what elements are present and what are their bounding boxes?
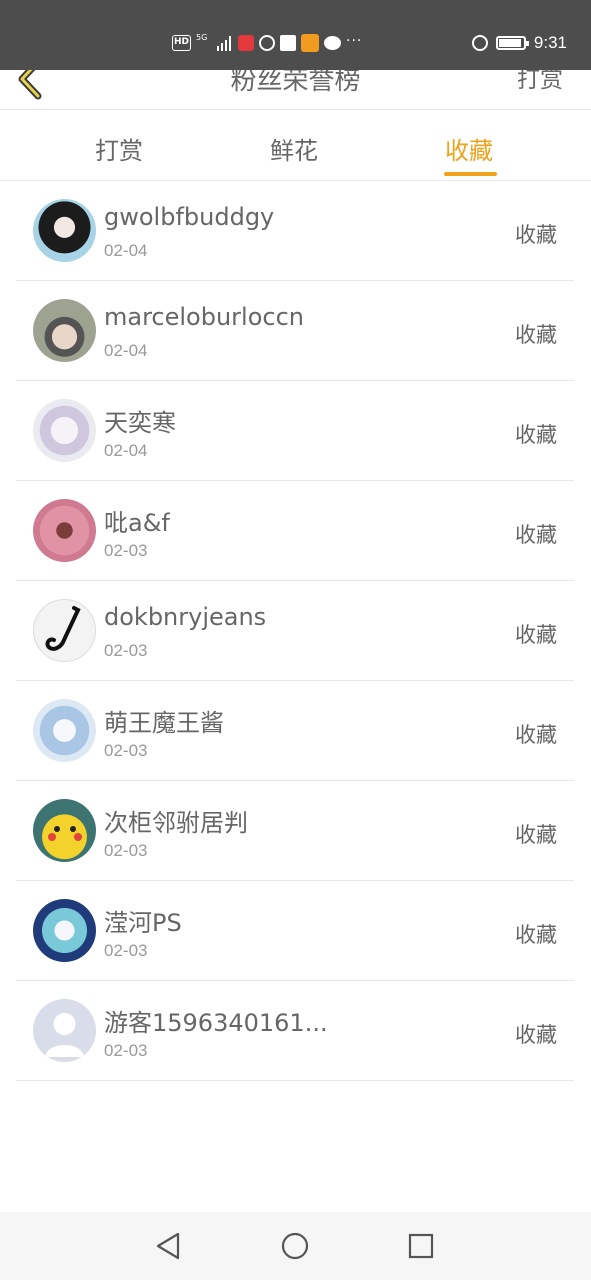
pikachu-icon bbox=[48, 826, 82, 841]
user-name: gwolbfbuddgy bbox=[104, 203, 275, 231]
user-name: dokbnryjeans bbox=[104, 603, 267, 631]
page: HD 5G ··· 9:31 粉丝荣誉榜 打赏 打赏 鲜花 收藏 gwolbfb… bbox=[0, 0, 591, 1280]
status-right: 9:31 bbox=[471, 33, 567, 53]
avatar bbox=[33, 699, 96, 762]
avatar bbox=[33, 799, 96, 862]
fan-list: gwolbfbuddgy 02-04 收藏 marceloburloccn 02… bbox=[16, 181, 574, 1081]
default-user-icon bbox=[45, 1013, 84, 1057]
date: 02-03 bbox=[104, 841, 148, 860]
avatar bbox=[33, 999, 96, 1062]
list-item[interactable]: 次柜邻驸居判 02-03 收藏 bbox=[16, 781, 574, 881]
avatar bbox=[33, 399, 96, 462]
triangle-back-icon bbox=[156, 1232, 180, 1260]
list-item[interactable]: 天奕寒 02-04 收藏 bbox=[16, 381, 574, 481]
list-item[interactable]: dokbnryjeans 02-03 收藏 bbox=[16, 581, 574, 681]
alert-notification-icon bbox=[280, 35, 297, 51]
avatar bbox=[33, 599, 96, 662]
date: 02-03 bbox=[104, 541, 148, 560]
store-notification-icon bbox=[301, 34, 320, 52]
nav-back-button[interactable] bbox=[152, 1229, 186, 1263]
app-notification-icon bbox=[238, 35, 255, 51]
favorite-label: 收藏 bbox=[515, 723, 557, 747]
user-name: 滢河PS bbox=[104, 909, 182, 937]
favorite-label: 收藏 bbox=[515, 823, 557, 847]
battery-icon bbox=[495, 36, 529, 50]
list-item[interactable]: 吡a&f 02-03 收藏 bbox=[16, 481, 574, 581]
status-time: 9:31 bbox=[533, 33, 567, 52]
user-name: 天奕寒 bbox=[104, 409, 176, 437]
circle-home-icon bbox=[281, 1232, 309, 1260]
system-navigation-bar bbox=[0, 1212, 591, 1280]
tab-flowers[interactable]: 鲜花 bbox=[270, 131, 318, 166]
date: 02-04 bbox=[104, 441, 148, 460]
favorite-label: 收藏 bbox=[515, 323, 557, 347]
status-icons: HD 5G ··· bbox=[172, 33, 362, 53]
favorite-label: 收藏 bbox=[515, 523, 557, 547]
signal-icon bbox=[217, 35, 233, 51]
active-tab-indicator bbox=[444, 172, 497, 176]
square-recents-icon bbox=[408, 1233, 434, 1259]
date: 02-03 bbox=[104, 1041, 148, 1060]
message-notification-icon bbox=[324, 36, 342, 50]
date: 02-03 bbox=[104, 641, 148, 660]
date: 02-03 bbox=[104, 941, 148, 960]
avatar bbox=[33, 899, 96, 962]
favorite-label: 收藏 bbox=[515, 223, 557, 247]
tab-bar: 打赏 鲜花 收藏 bbox=[0, 111, 591, 181]
list-item[interactable]: 萌王魔王酱 02-03 收藏 bbox=[16, 681, 574, 781]
user-name: 次柜邻驸居判 bbox=[104, 809, 248, 837]
avatar bbox=[33, 199, 96, 262]
nav-home-button[interactable] bbox=[278, 1229, 312, 1263]
avatar bbox=[33, 499, 96, 562]
date: 02-03 bbox=[104, 741, 148, 760]
list-item[interactable]: 游客1596340161... 02-03 收藏 bbox=[16, 981, 574, 1081]
favorite-label: 收藏 bbox=[515, 423, 557, 447]
list-item[interactable]: 滢河PS 02-03 收藏 bbox=[16, 881, 574, 981]
list-item[interactable]: marceloburloccn 02-04 收藏 bbox=[16, 281, 574, 381]
avatar bbox=[33, 299, 96, 362]
status-bar: HD 5G ··· 9:31 bbox=[0, 0, 591, 70]
favorite-label: 收藏 bbox=[515, 623, 557, 647]
alarm-icon bbox=[471, 35, 488, 51]
list-item[interactable]: gwolbfbuddgy 02-04 收藏 bbox=[16, 181, 574, 281]
more-notifications-icon: ··· bbox=[346, 33, 363, 49]
browser-notification-icon bbox=[259, 35, 276, 51]
network-type-icon: 5G bbox=[196, 33, 208, 42]
saxophone-icon bbox=[45, 606, 81, 651]
user-name: marceloburloccn bbox=[104, 303, 305, 331]
favorite-label: 收藏 bbox=[515, 923, 557, 947]
user-name: 萌王魔王酱 bbox=[104, 709, 224, 737]
hd-icon: HD bbox=[172, 35, 192, 51]
user-name: 游客1596340161... bbox=[104, 1009, 328, 1037]
nav-recents-button[interactable] bbox=[404, 1229, 438, 1263]
date: 02-04 bbox=[104, 341, 148, 360]
user-name: 吡a&f bbox=[104, 509, 170, 537]
tab-reward[interactable]: 打赏 bbox=[95, 131, 143, 166]
date: 02-04 bbox=[104, 241, 148, 260]
favorite-label: 收藏 bbox=[515, 1023, 557, 1047]
battery-level bbox=[498, 39, 521, 47]
tab-favorites[interactable]: 收藏 bbox=[445, 131, 493, 166]
